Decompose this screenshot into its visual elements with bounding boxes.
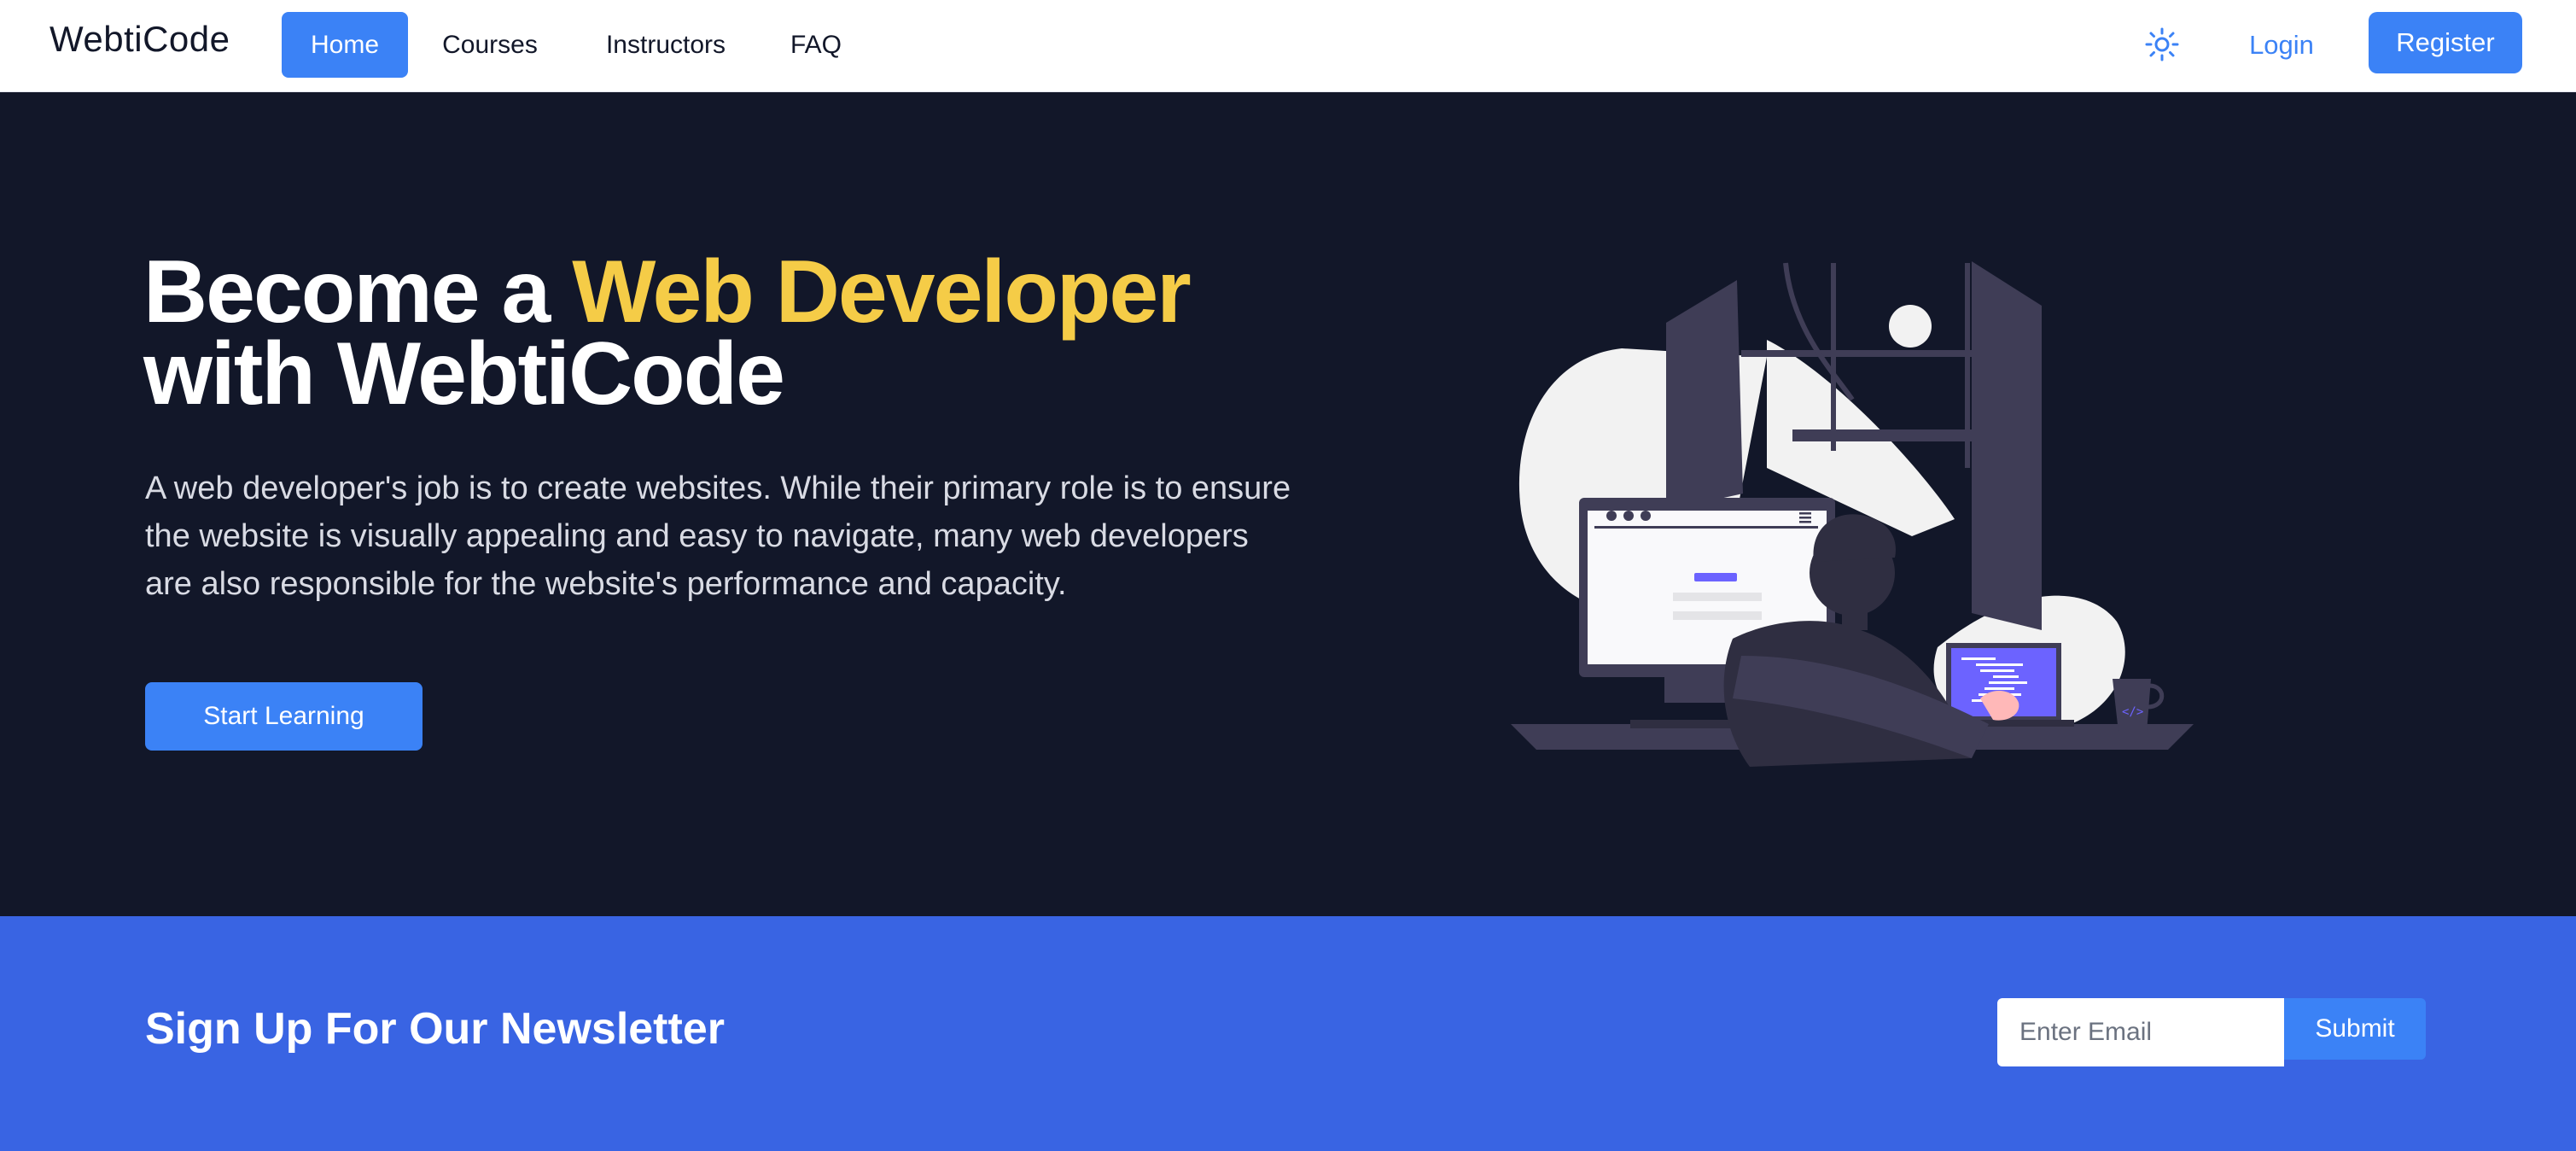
newsletter-title: Sign Up For Our Newsletter — [145, 1004, 725, 1054]
register-button[interactable]: Register — [2369, 12, 2522, 73]
nav-link-courses[interactable]: Courses — [426, 12, 554, 78]
nav-link-home[interactable]: Home — [282, 12, 408, 78]
hero-title: Become a Web Developer with WebtiCode — [143, 248, 1355, 418]
nav-link-faq[interactable]: FAQ — [777, 12, 855, 78]
svg-text:</>: </> — [2122, 705, 2143, 719]
submit-button[interactable]: Submit — [2284, 998, 2426, 1060]
developer-illustration: </> — [1511, 254, 2202, 767]
hero-title-part2: with WebtiCode — [143, 324, 785, 424]
start-learning-button[interactable]: Start Learning — [145, 682, 423, 751]
email-input[interactable] — [1997, 998, 2284, 1066]
newsletter-section: Sign Up For Our Newsletter Submit — [0, 916, 2576, 1151]
login-link[interactable]: Login — [2231, 12, 2332, 78]
sun-icon[interactable] — [2145, 27, 2179, 61]
nav-link-instructors[interactable]: Instructors — [589, 12, 743, 78]
hero-description: A web developer's job is to create websi… — [145, 470, 1291, 602]
hero-section: Become a Web Developer with WebtiCode A … — [0, 92, 2576, 916]
brand-logo[interactable]: WebtiCode — [50, 19, 230, 60]
navbar: WebtiCode Home Courses Instructors FAQ L… — [0, 0, 2576, 92]
